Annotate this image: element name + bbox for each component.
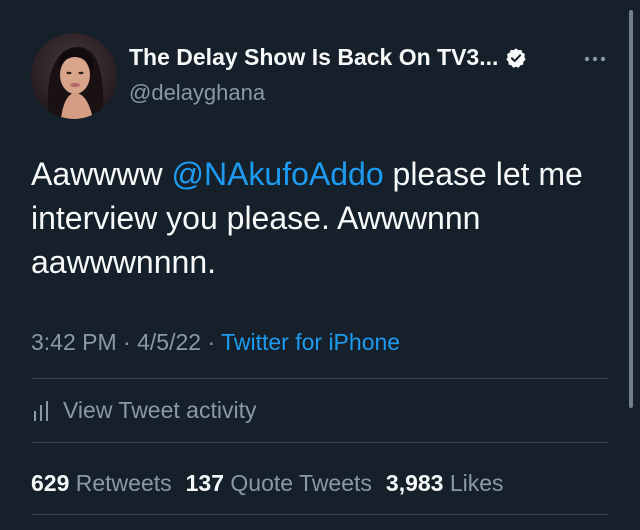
avatar[interactable] (31, 33, 117, 119)
mention-link[interactable]: @NAkufoAddo (171, 156, 383, 192)
meta-separator-2: · (201, 329, 222, 355)
analytics-bars-icon (31, 399, 53, 423)
divider (31, 514, 609, 515)
quote-tweets-stat[interactable]: 137 Quote Tweets (186, 470, 372, 496)
divider (31, 442, 609, 443)
likes-count: 3,983 (385, 470, 444, 496)
divider (31, 378, 609, 379)
tweet-date[interactable]: 4/5/22 (137, 329, 201, 355)
profile-photo (31, 33, 117, 119)
more-dots-icon (584, 56, 606, 62)
retweets-count: 629 (31, 470, 70, 496)
author-handle[interactable]: @delayghana (129, 80, 265, 106)
view-tweet-activity-label: View Tweet activity (63, 397, 257, 423)
tweet-text: Aawwww @NAkufoAddo please let me intervi… (31, 152, 611, 284)
author-display-name[interactable]: The Delay Show Is Back On TV3... (129, 44, 498, 71)
tweet-text-before: Aawwww (31, 156, 172, 192)
meta-separator: · (116, 329, 138, 355)
retweets-stat[interactable]: 629 Retweets (31, 470, 172, 496)
tweet-time[interactable]: 3:42 PM (31, 329, 117, 355)
quote-tweets-label: Quote Tweets (230, 470, 372, 496)
view-tweet-activity-button[interactable]: View Tweet activity (31, 397, 256, 424)
tweet-meta: 3:42 PM · 4/5/22 · Twitter for iPhone (31, 329, 400, 356)
tweet-stats: 629 Retweets 137 Quote Tweets 3,983 Likes (31, 470, 504, 497)
likes-stat[interactable]: 3,983 Likes (386, 470, 504, 496)
verified-badge-icon (505, 47, 527, 69)
likes-label: Likes (449, 470, 504, 496)
retweets-label: Retweets (75, 470, 172, 496)
quote-tweets-count: 137 (185, 470, 225, 496)
author-display-name-row[interactable]: The Delay Show Is Back On TV3... (129, 44, 527, 71)
scrollbar[interactable] (629, 10, 633, 408)
tweet-source-link[interactable]: Twitter for iPhone (221, 329, 400, 355)
more-options-button[interactable] (578, 42, 612, 76)
